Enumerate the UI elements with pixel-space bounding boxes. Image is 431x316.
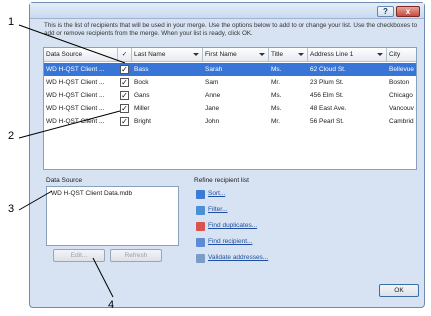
callout-lines xyxy=(18,24,126,298)
callout-4: 4 xyxy=(108,299,115,311)
callout-1: 1 xyxy=(8,16,15,28)
callout-3: 3 xyxy=(8,203,15,215)
callout-2: 2 xyxy=(8,130,15,142)
